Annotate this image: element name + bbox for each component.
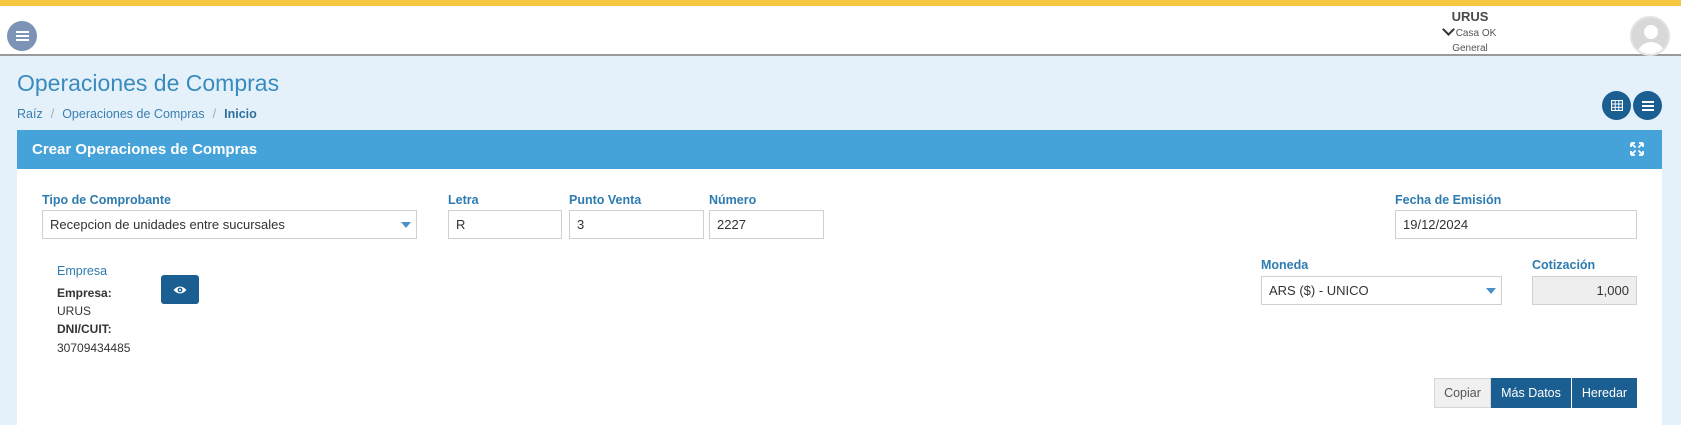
chevron-down-icon bbox=[1441, 23, 1455, 36]
heredar-button[interactable]: Heredar bbox=[1572, 378, 1637, 408]
cotizacion-label: Cotización bbox=[1532, 258, 1596, 272]
letra-field[interactable]: R bbox=[448, 210, 562, 239]
punto-venta-field[interactable]: 3 bbox=[569, 210, 704, 239]
list-view-button[interactable] bbox=[1633, 91, 1662, 120]
caret-down-icon bbox=[396, 211, 416, 238]
empresa-label: Empresa: bbox=[57, 286, 112, 300]
company-name: URUS bbox=[1451, 9, 1489, 24]
expand-icon[interactable] bbox=[1630, 142, 1644, 156]
branch-name: Casa OK bbox=[1420, 23, 1520, 39]
dni-cuit-value: 30709434485 bbox=[57, 341, 131, 355]
eye-icon bbox=[173, 286, 187, 293]
company-selector[interactable]: URUS Casa OK General bbox=[1420, 8, 1520, 54]
copiar-button[interactable]: Copiar bbox=[1434, 378, 1491, 408]
table-icon bbox=[1610, 100, 1623, 111]
fecha-emision-field[interactable]: 19/12/2024 bbox=[1395, 210, 1637, 239]
hamburger-icon bbox=[15, 31, 29, 41]
empresa-title: Empresa bbox=[57, 264, 108, 278]
view-empresa-button[interactable] bbox=[161, 275, 199, 304]
breadcrumb-item-operaciones[interactable]: Operaciones de Compras bbox=[62, 107, 204, 121]
menu-button[interactable] bbox=[7, 21, 37, 51]
numero-label: Número bbox=[709, 193, 757, 207]
card-body: Tipo de Comprobante Recepcion de unidade… bbox=[17, 169, 1662, 425]
moneda-label: Moneda bbox=[1261, 258, 1309, 272]
avatar-body bbox=[1637, 42, 1665, 54]
caret-down-icon bbox=[1481, 277, 1501, 304]
breadcrumb-item-inicio: Inicio bbox=[224, 107, 257, 121]
letra-label: Letra bbox=[448, 193, 479, 207]
avatar[interactable] bbox=[1630, 16, 1670, 56]
moneda-value: ARS ($) - UNICO bbox=[1269, 283, 1369, 298]
breadcrumb: Raíz / Operaciones de Compras / Inicio bbox=[17, 107, 257, 121]
empresa-value: URUS bbox=[57, 304, 92, 318]
dni-cuit-label: DNI/CUIT: bbox=[57, 322, 112, 336]
moneda-select[interactable]: ARS ($) - UNICO bbox=[1261, 276, 1502, 305]
punto-venta-label: Punto Venta bbox=[569, 193, 642, 207]
grid-view-button[interactable] bbox=[1602, 91, 1631, 120]
avatar-head bbox=[1644, 25, 1658, 39]
page-title: Operaciones de Compras bbox=[17, 70, 280, 96]
branch-sub: General bbox=[1452, 43, 1488, 54]
top-bar: URUS Casa OK General bbox=[0, 0, 1681, 56]
cotizacion-field: 1,000 bbox=[1532, 276, 1637, 305]
mas-datos-button[interactable]: Más Datos bbox=[1491, 378, 1571, 408]
tipo-comprobante-value: Recepcion de unidades entre sucursales bbox=[50, 217, 285, 232]
numero-field[interactable]: 2227 bbox=[709, 210, 824, 239]
list-icon bbox=[1641, 100, 1654, 111]
tipo-comprobante-label: Tipo de Comprobante bbox=[42, 193, 171, 207]
card-title: Crear Operaciones de Compras bbox=[32, 141, 258, 158]
fecha-emision-label: Fecha de Emisión bbox=[1395, 193, 1502, 207]
tipo-comprobante-select[interactable]: Recepcion de unidades entre sucursales bbox=[42, 210, 417, 239]
card-header: Crear Operaciones de Compras bbox=[17, 130, 1662, 169]
breadcrumb-item-root[interactable]: Raíz bbox=[17, 107, 43, 121]
